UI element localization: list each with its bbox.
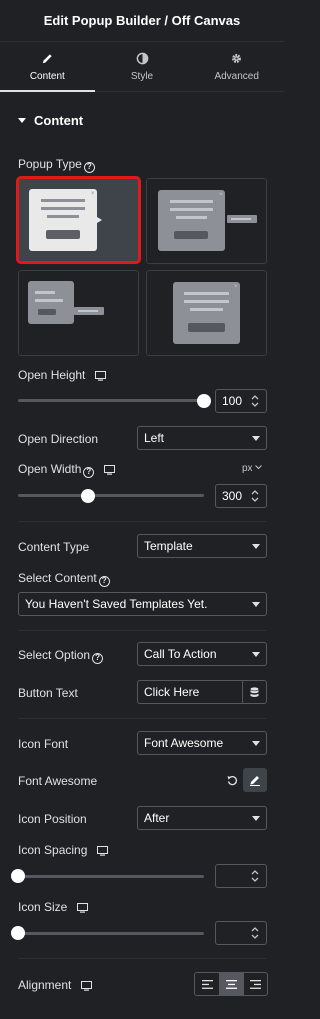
help-icon: ?	[83, 162, 95, 173]
icon-size-label: Icon Size	[18, 900, 88, 914]
align-center-icon	[226, 979, 237, 989]
section-title: Content	[34, 112, 84, 128]
popup-bottom-left-layout-icon	[28, 281, 104, 324]
chevron-down-icon	[252, 602, 260, 607]
content-type-select[interactable]: Template	[137, 534, 267, 558]
select-option-label: Select Option?	[18, 648, 104, 664]
divider	[18, 521, 266, 522]
desktop-icon	[103, 465, 115, 475]
help-icon: ?	[92, 653, 104, 664]
stepper-icon[interactable]	[248, 925, 262, 941]
icon-spacing-label: Icon Spacing	[18, 843, 108, 857]
icon-size-slider-track[interactable]	[18, 932, 204, 935]
open-width-slider-track[interactable]	[18, 494, 204, 497]
select-content-label: Select Content?	[18, 571, 110, 587]
open-height-slider-track[interactable]	[18, 399, 204, 402]
unit-selector[interactable]: px	[242, 463, 263, 474]
help-icon: ?	[83, 467, 95, 478]
icon-spacing-slider-thumb[interactable]	[11, 869, 25, 883]
icon-font-label: Icon Font	[18, 737, 69, 751]
popup-right-layout-icon: ×	[158, 190, 257, 251]
desktop-icon	[76, 903, 88, 913]
help-icon: ?	[98, 576, 110, 587]
chevron-down-icon	[255, 465, 263, 470]
tab-content[interactable]: Content	[0, 42, 95, 92]
icon-size-input[interactable]	[215, 921, 267, 945]
align-left-button[interactable]	[195, 973, 219, 995]
svg-text:×: ×	[234, 284, 238, 290]
icon-position-select[interactable]: After	[137, 806, 267, 830]
alignment-control	[194, 972, 268, 996]
open-direction-label: Open Direction	[18, 432, 99, 446]
popup-type-option-3[interactable]	[18, 270, 139, 356]
svg-text:×: ×	[219, 192, 223, 198]
popup-type-option-2[interactable]: ×	[146, 178, 267, 264]
divider	[18, 630, 266, 631]
icon-spacing-input[interactable]	[215, 864, 267, 888]
database-icon	[250, 686, 259, 697]
alignment-label: Alignment	[18, 978, 92, 992]
select-option-select[interactable]: Call To Action	[137, 642, 267, 666]
open-height-slider-thumb[interactable]	[197, 394, 211, 408]
stepper-icon[interactable]	[248, 868, 262, 884]
select-content-select[interactable]: You Haven't Saved Templates Yet.	[18, 592, 267, 616]
pencil-icon	[250, 776, 260, 786]
chevron-down-icon	[252, 436, 260, 441]
popup-type-option-1[interactable]: ×	[16, 176, 141, 264]
tab-style[interactable]: Style	[95, 42, 190, 91]
open-width-input[interactable]: 300	[215, 484, 267, 508]
open-direction-select[interactable]: Left	[137, 426, 267, 450]
chevron-down-icon	[252, 816, 260, 821]
align-right-button[interactable]	[243, 973, 267, 995]
svg-text:×: ×	[91, 191, 95, 197]
gear-icon	[232, 53, 242, 63]
desktop-icon	[80, 981, 92, 991]
tab-advanced-label: Advanced	[214, 70, 259, 82]
tab-bar: Content Style Advanced	[0, 42, 284, 92]
popup-large-layout-icon: ×	[173, 282, 240, 344]
icon-picker-button[interactable]	[243, 768, 267, 792]
icon-size-slider-thumb[interactable]	[11, 926, 25, 940]
open-width-slider-thumb[interactable]	[81, 489, 95, 503]
align-center-button[interactable]	[219, 973, 243, 995]
dynamic-tags-button[interactable]	[242, 681, 266, 703]
desktop-icon	[96, 846, 108, 856]
content-type-label: Content Type	[18, 540, 90, 554]
panel-title: Edit Popup Builder / Off Canvas	[0, 0, 284, 42]
reset-icon[interactable]	[227, 775, 238, 786]
desktop-icon	[94, 371, 106, 381]
stepper-icon[interactable]	[248, 488, 262, 504]
tab-content-label: Content	[29, 70, 65, 82]
tab-style-label: Style	[130, 70, 154, 82]
button-text-label: Button Text	[18, 686, 78, 700]
chevron-down-icon	[252, 544, 260, 549]
popup-center-layout-icon: ×	[29, 189, 102, 251]
chevron-down-icon	[252, 652, 260, 657]
popup-type-label: Popup Type?	[18, 157, 95, 173]
align-left-icon	[201, 979, 213, 989]
tab-advanced[interactable]: Advanced	[189, 42, 284, 91]
popup-type-option-4[interactable]: ×	[146, 270, 267, 356]
icon-position-label: Icon Position	[18, 812, 87, 826]
open-width-label: Open Width?	[18, 462, 115, 478]
divider	[18, 958, 266, 959]
open-height-input[interactable]: 100	[215, 389, 267, 413]
open-height-label: Open Height	[18, 368, 106, 382]
pencil-icon	[42, 53, 52, 63]
caret-down-icon	[18, 117, 26, 123]
font-awesome-label: Font Awesome	[18, 774, 98, 788]
align-right-icon	[250, 979, 261, 989]
button-text-input[interactable]: Click Here	[137, 680, 267, 704]
contrast-icon	[136, 52, 148, 64]
icon-font-select[interactable]: Font Awesome	[137, 731, 267, 755]
chevron-down-icon	[252, 741, 260, 746]
icon-spacing-slider-track[interactable]	[18, 875, 204, 878]
divider	[18, 718, 266, 719]
section-content-toggle[interactable]: Content	[0, 92, 284, 148]
stepper-icon[interactable]	[248, 393, 262, 409]
